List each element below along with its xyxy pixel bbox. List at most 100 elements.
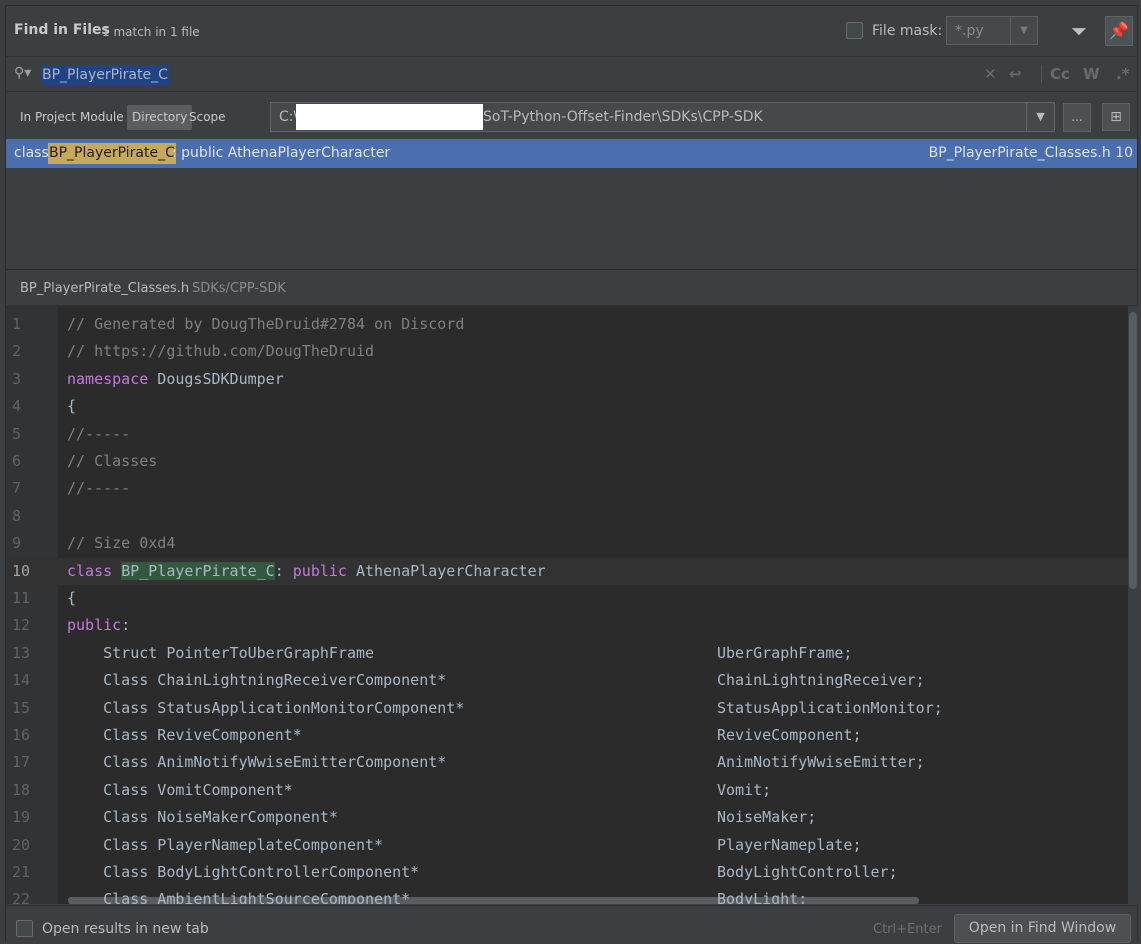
code-line: 18 Class VomitComponent* Vomit; bbox=[6, 777, 1128, 804]
line-number: 20 bbox=[12, 835, 31, 854]
code-line: 15 Class StatusApplicationMonitorCompone… bbox=[6, 695, 1128, 722]
shortcut-hint: Ctrl+Enter bbox=[873, 922, 942, 937]
new-tab-label: Open results in new tab bbox=[42, 921, 209, 937]
file-mask-combo[interactable]: *.py ▼ bbox=[946, 16, 1038, 45]
line-number: 17 bbox=[12, 753, 31, 772]
keyword: public bbox=[67, 616, 122, 635]
line-number: 14 bbox=[12, 671, 31, 690]
search-icon[interactable]: ⚲▾ bbox=[14, 65, 40, 83]
line-number: 13 bbox=[12, 643, 31, 662]
match-count: 1 match in 1 file bbox=[102, 25, 200, 39]
code-line: 17 Class AnimNotifyWwiseEmitterComponent… bbox=[6, 749, 1128, 776]
code-text: //----- bbox=[67, 421, 130, 448]
line-number: 19 bbox=[12, 808, 31, 827]
code-text: class BP_PlayerPirate_C: public AthenaPl… bbox=[67, 561, 546, 580]
code-text: { bbox=[67, 397, 77, 416]
directory-combo[interactable]: C:\ SoT-Python-Offset-Finder\SDKs\CPP-SD… bbox=[270, 102, 1055, 132]
result-row[interactable]: class BP_PlayerPirate_C : public AthenaP… bbox=[6, 139, 1137, 168]
keyword: class bbox=[67, 561, 113, 580]
code-text: Class NoiseMakerComponent* bbox=[67, 808, 338, 827]
preview-file-name: BP_PlayerPirate_Classes.h bbox=[20, 281, 190, 296]
code-line: 11 { bbox=[6, 585, 1128, 612]
keyword: namespace bbox=[67, 369, 149, 388]
member-name: Vomit; bbox=[717, 780, 772, 799]
member-name: StatusApplicationMonitor; bbox=[717, 698, 943, 717]
search-input[interactable]: BP_PlayerPirate_C bbox=[41, 65, 169, 85]
member-name: PlayerNameplate; bbox=[717, 835, 862, 854]
code-line: 19 Class NoiseMakerComponent* NoiseMaker; bbox=[6, 804, 1128, 831]
tab-in-project[interactable]: In Project bbox=[15, 105, 81, 130]
code-line: 4{ bbox=[6, 393, 1128, 420]
code-text: // Classes bbox=[67, 448, 157, 475]
toolbar-separator bbox=[1041, 65, 1042, 83]
code-line: 2 // https://github.com/DougTheDruid bbox=[6, 338, 1128, 365]
member-name: ChainLightningReceiver; bbox=[717, 671, 925, 690]
recursive-tree-icon[interactable]: ⊞ bbox=[1102, 103, 1130, 131]
chevron-down-icon[interactable]: ▼ bbox=[1010, 17, 1037, 44]
code-line: 8 bbox=[6, 503, 1128, 530]
code-line: 5 //----- bbox=[6, 421, 1128, 448]
code-text: Class AnimNotifyWwiseEmitterComponent* bbox=[67, 753, 447, 772]
file-mask-checkbox[interactable] bbox=[846, 22, 863, 39]
member-name: NoiseMaker; bbox=[717, 808, 817, 827]
line-number: 15 bbox=[12, 698, 31, 717]
code-line: 22 Class AmbientLightSourceComponent* Bod… bbox=[6, 886, 1128, 904]
open-in-find-window-button[interactable]: Open in Find Window bbox=[954, 914, 1131, 943]
code-line: 9 // Size 0xd4 bbox=[6, 530, 1128, 557]
code-text: Class VomitComponent* bbox=[67, 780, 293, 799]
dialog-footer: Open results in new tab Ctrl+Enter Open … bbox=[6, 905, 1137, 943]
match-case-icon[interactable]: Cc bbox=[1050, 65, 1070, 83]
member-name: AnimNotifyWwiseEmitter; bbox=[717, 753, 925, 772]
code-line: 16 Class ReviveComponent* ReviveComponent… bbox=[6, 722, 1128, 749]
tab-module[interactable]: Module bbox=[75, 105, 129, 130]
result-rest: : public AthenaPlayerCharacter bbox=[172, 145, 391, 161]
code-preview[interactable]: 1 // Generated by DougTheDruid#2784 on Di… bbox=[6, 306, 1128, 904]
line-number: 9 bbox=[12, 534, 22, 553]
file-mask-value: *.py bbox=[955, 23, 984, 39]
preview-file-path: SDKs/CPP-SDK bbox=[192, 281, 286, 296]
preview-header: BP_PlayerPirate_Classes.h SDKs/CPP-SDK bbox=[6, 271, 1137, 306]
line-number: 6 bbox=[12, 452, 22, 470]
regex-icon[interactable]: .* bbox=[1116, 65, 1130, 83]
comment: // Size 0xd4 bbox=[67, 534, 176, 553]
code-line: 3 namespace DougsSDKDumper bbox=[6, 366, 1128, 393]
scope-row: In Project Module Directory Scope C:\ So… bbox=[6, 93, 1137, 138]
words-icon[interactable]: W bbox=[1083, 65, 1100, 83]
line-number: 2 bbox=[12, 342, 22, 361]
code-text: Class StatusApplicationMonitorComponent* bbox=[67, 698, 465, 717]
code-text: // Generated by DougTheDruid#2784 on Dis… bbox=[67, 311, 464, 338]
browse-button[interactable]: ... bbox=[1063, 103, 1091, 132]
scrollbar-thumb[interactable] bbox=[1129, 312, 1137, 589]
result-match: BP_PlayerPirate_C bbox=[48, 143, 176, 164]
comment: // https://github.com/DougTheDruid bbox=[67, 342, 375, 361]
comment: //----- bbox=[67, 479, 131, 498]
pin-icon[interactable]: 📌 bbox=[1105, 16, 1133, 46]
code-text: Class PlayerNameplateComponent* bbox=[67, 835, 384, 854]
filter-icon[interactable]: ⏷ bbox=[1066, 18, 1092, 44]
keyword: public bbox=[292, 561, 347, 580]
directory-path: SoT-Python-Offset-Finder\SDKs\CPP-SDK bbox=[483, 109, 763, 125]
result-prefix: class bbox=[14, 145, 49, 161]
newline-icon[interactable]: ↩ bbox=[1009, 65, 1022, 83]
results-list: class BP_PlayerPirate_C : public AthenaP… bbox=[6, 139, 1137, 270]
line-number: 3 bbox=[12, 369, 22, 388]
file-mask-label: File mask: bbox=[872, 23, 943, 39]
comment: //----- bbox=[67, 424, 131, 443]
tab-directory[interactable]: Directory bbox=[127, 105, 193, 130]
line-number: 7 bbox=[12, 479, 22, 498]
code-line: 14 Class ChainLightningReceiverComponent… bbox=[6, 667, 1128, 694]
code-text: Class ReviveComponent* bbox=[67, 726, 302, 744]
vertical-scrollbar[interactable] bbox=[1128, 306, 1139, 904]
tab-scope[interactable]: Scope bbox=[184, 105, 231, 130]
code-line: 1 // Generated by DougTheDruid#2784 on Di… bbox=[6, 311, 1128, 338]
chevron-down-icon[interactable]: ▼ bbox=[1026, 103, 1054, 131]
line-number: 11 bbox=[12, 589, 31, 607]
new-tab-checkbox[interactable] bbox=[16, 920, 33, 937]
member-name: BodyLightController; bbox=[717, 863, 898, 881]
clear-icon[interactable]: ✕ bbox=[984, 65, 997, 83]
code-text: // https://github.com/DougTheDruid bbox=[67, 338, 374, 365]
match-highlight: BP_PlayerPirate_C bbox=[121, 561, 275, 580]
line-number: 18 bbox=[12, 780, 31, 799]
result-file: BP_PlayerPirate_Classes.h 10 bbox=[928, 145, 1133, 161]
dialog-title: Find in Files bbox=[14, 22, 110, 38]
